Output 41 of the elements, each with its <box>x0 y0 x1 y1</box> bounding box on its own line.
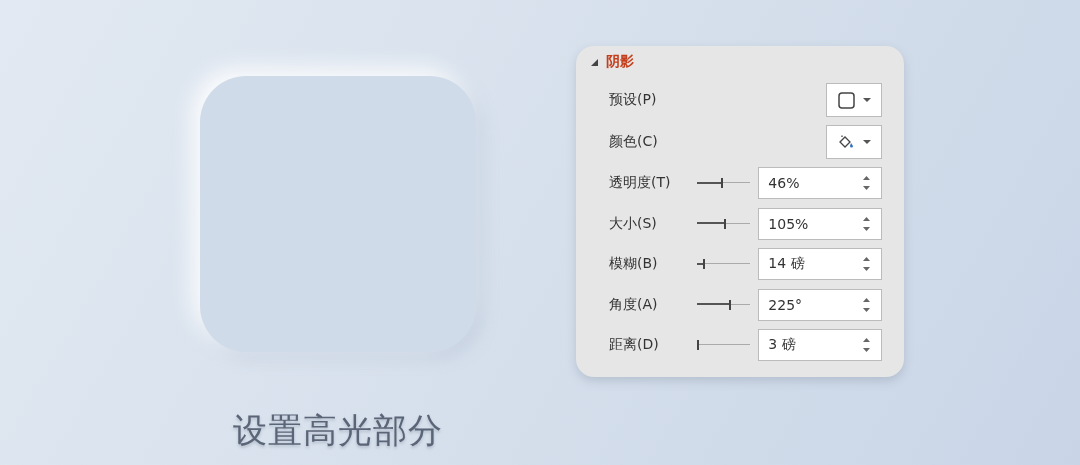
spin-field[interactable]: 46% <box>758 167 882 200</box>
section-title[interactable]: 阴影 <box>606 53 634 71</box>
spin-down-icon[interactable] <box>863 348 870 353</box>
spin-up-icon[interactable] <box>863 338 870 343</box>
spin-down-icon[interactable] <box>863 186 870 191</box>
collapse-triangle-icon[interactable] <box>591 58 598 66</box>
field-label: 大小(S) <box>609 214 658 233</box>
slider[interactable] <box>697 257 751 272</box>
preset-dropdown[interactable] <box>826 83 882 117</box>
spin-up-icon[interactable] <box>863 216 870 221</box>
spin-up-icon[interactable] <box>863 176 870 181</box>
slider[interactable] <box>697 216 751 231</box>
spin-field[interactable]: 225° <box>758 288 882 321</box>
slider-thumb[interactable] <box>720 178 723 189</box>
color-dropdown[interactable] <box>826 125 882 159</box>
spin-field[interactable]: 3 磅 <box>758 329 882 362</box>
slider[interactable] <box>697 338 751 353</box>
slider-thumb[interactable] <box>702 259 705 270</box>
caption: 设置高光部分 <box>232 409 443 452</box>
field-label: 模糊(B) <box>609 255 659 274</box>
field-label: 透明度(T) <box>609 174 672 193</box>
slider-thumb[interactable] <box>697 340 700 351</box>
caret-icon <box>863 140 871 144</box>
spin-field[interactable]: 105% <box>758 207 882 240</box>
caret-icon <box>862 98 871 102</box>
paint-bucket-icon <box>837 134 855 150</box>
spin-down-icon[interactable] <box>863 226 870 231</box>
square-icon <box>837 91 855 109</box>
spin-down-icon[interactable] <box>863 267 870 272</box>
spin-field[interactable]: 14 磅 <box>758 248 882 281</box>
slider-thumb[interactable] <box>729 299 732 310</box>
field-label: 距离(D) <box>609 336 660 355</box>
spin-up-icon[interactable] <box>863 297 870 302</box>
field-label: 颜色(C) <box>609 133 659 151</box>
spin-up-icon[interactable] <box>863 257 870 262</box>
slider-thumb[interactable] <box>723 218 726 229</box>
field-label: 角度(A) <box>609 295 659 314</box>
slider[interactable] <box>697 297 751 312</box>
spin-down-icon[interactable] <box>863 307 870 312</box>
field-label: 预设(P) <box>609 91 658 109</box>
slider[interactable] <box>697 176 751 191</box>
